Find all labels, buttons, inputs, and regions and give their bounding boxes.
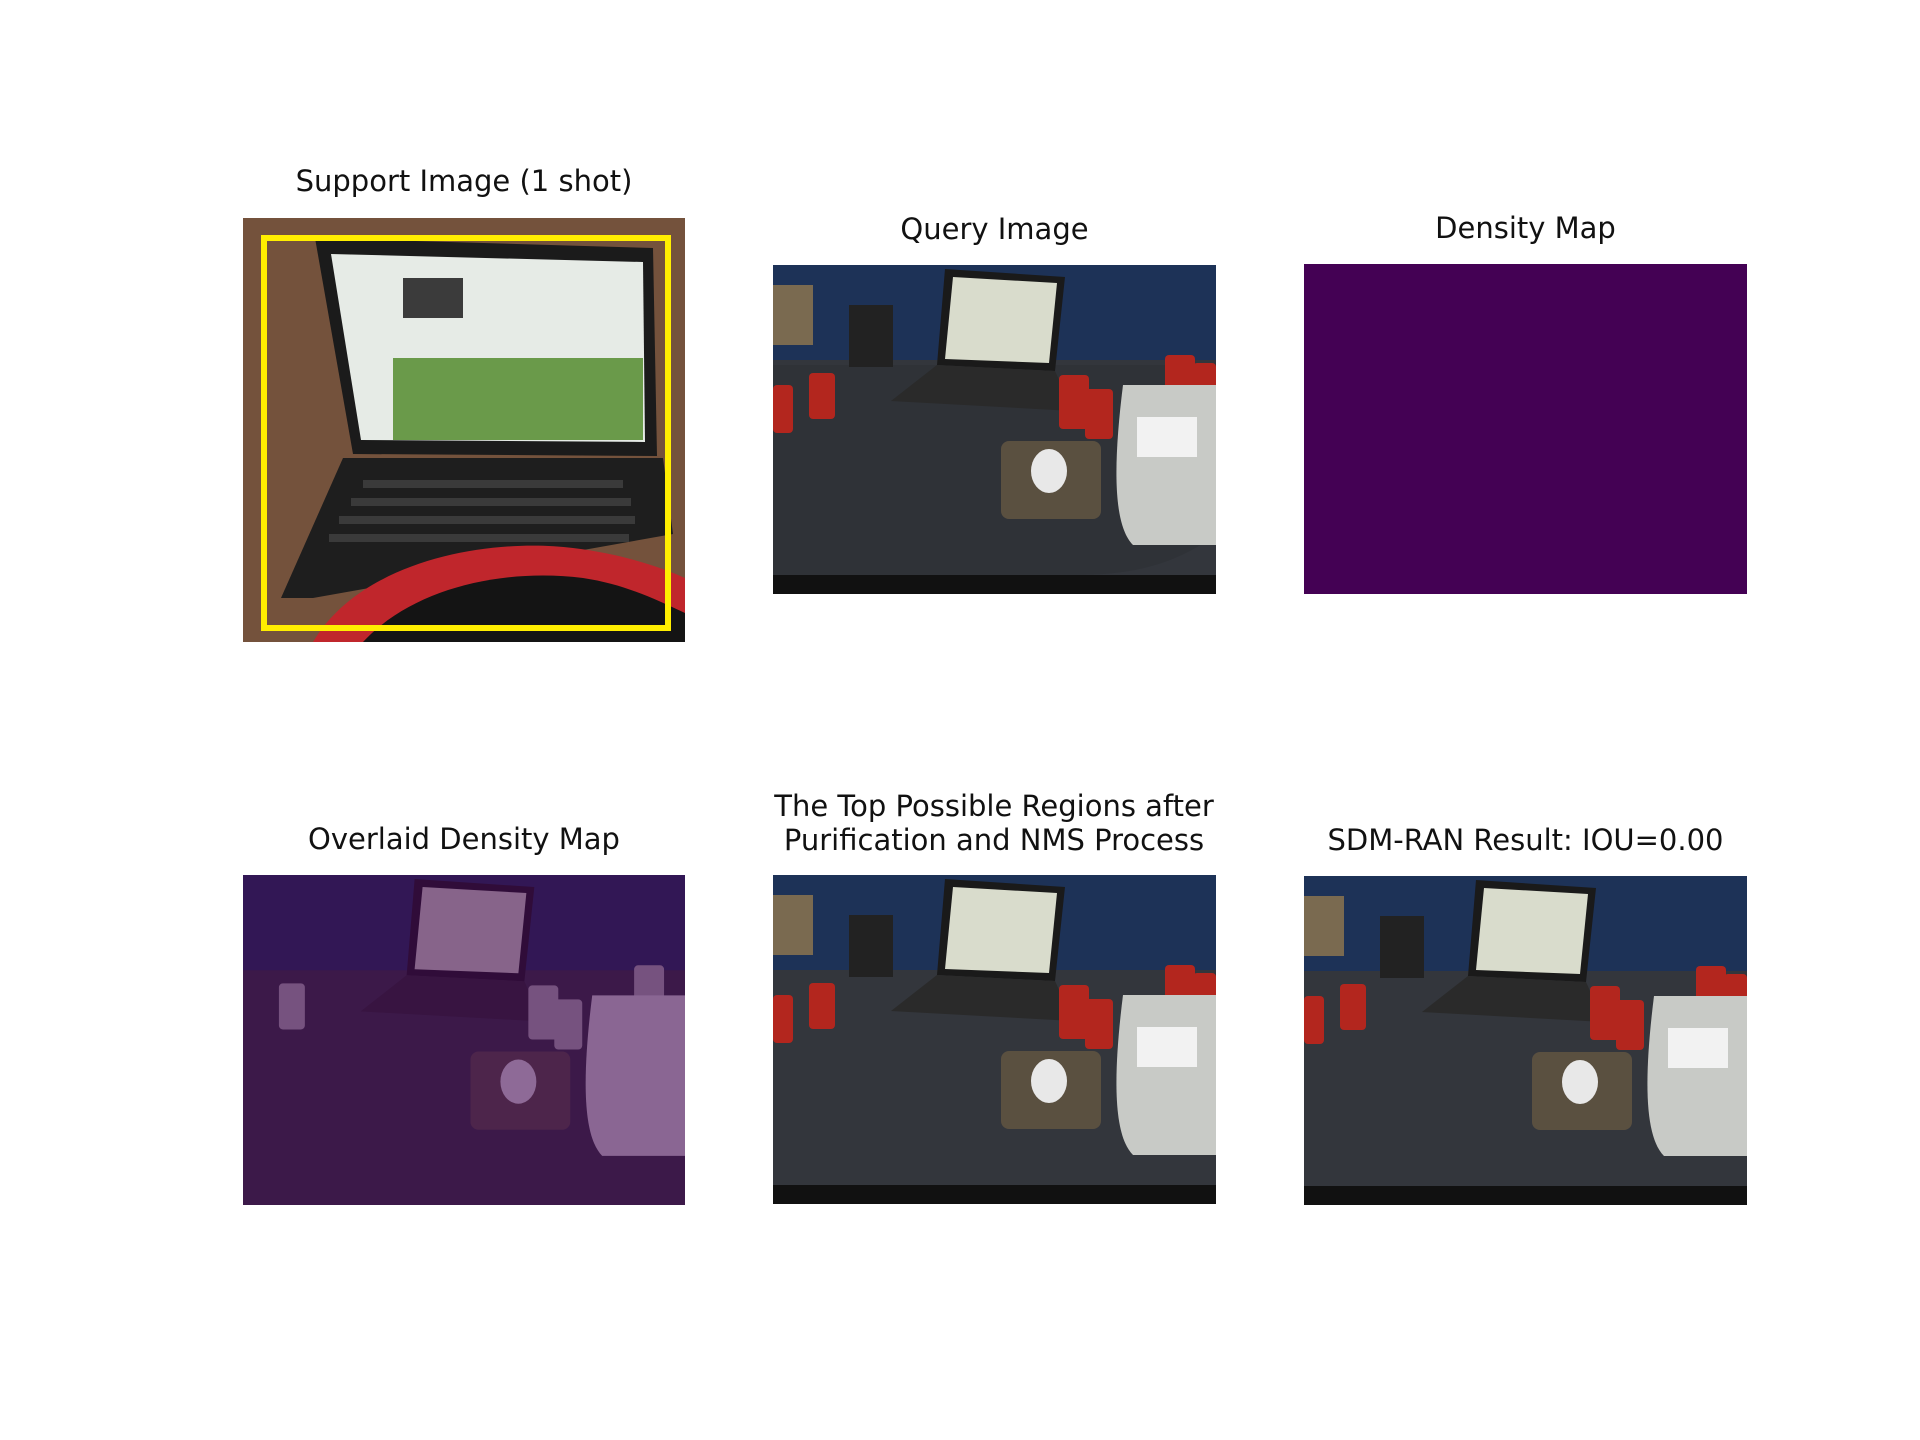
sdm-ran-result-image <box>1304 876 1747 1205</box>
sdm-ran-result-title: SDM-RAN Result: IOU=0.00 <box>1327 823 1724 857</box>
top-regions-image <box>773 875 1216 1204</box>
density-map <box>1304 264 1747 594</box>
overlaid-density-map <box>243 875 685 1205</box>
support-image <box>243 218 685 642</box>
support-image-title: Support Image (1 shot) <box>295 164 633 198</box>
top-regions-title: The Top Possible Regions after Purificat… <box>774 789 1214 857</box>
query-image-title: Query Image <box>900 212 1089 246</box>
density-map-title: Density Map <box>1435 211 1616 245</box>
query-image <box>773 265 1216 594</box>
density-overlay-tint <box>243 875 685 1205</box>
overlaid-density-map-title: Overlaid Density Map <box>308 822 620 856</box>
